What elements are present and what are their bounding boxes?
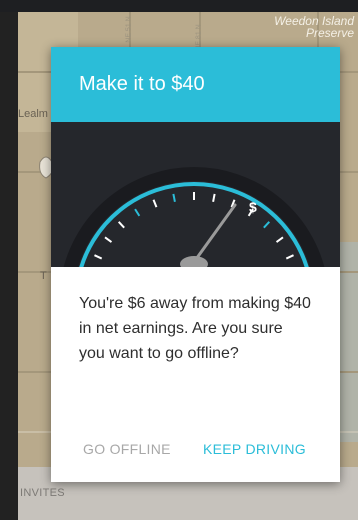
- gauge-tick: [94, 254, 103, 260]
- gauge-tick: [263, 221, 271, 229]
- gauge-tick: [285, 254, 294, 260]
- status-bar: [0, 0, 358, 12]
- gauge-tick: [212, 193, 216, 202]
- gauge-tick: [117, 221, 125, 229]
- map-street-label-a: NE 51 N: [125, 16, 133, 43]
- dialog-title: Make it to $40: [51, 47, 340, 122]
- go-offline-dialog: Make it to $40 $ You're $6 away from mak…: [51, 47, 340, 482]
- invites-tab[interactable]: INVITES: [20, 487, 65, 499]
- go-offline-button[interactable]: GO OFFLINE: [83, 441, 171, 457]
- dialog-message: You're $6 away from making $40 in net ea…: [79, 295, 311, 362]
- earnings-gauge: $: [51, 122, 340, 267]
- gauge-tick: [152, 199, 158, 208]
- gauge-needle: [192, 203, 237, 264]
- app-screen: Weedon Island Preserve Lealm NE 51 N NE …: [0, 0, 358, 520]
- map-park-label: Weedon Island Preserve: [274, 15, 354, 39]
- gauge-tick: [275, 236, 284, 243]
- gauge-needle-hub: [180, 256, 208, 267]
- gauge-tick: [172, 193, 176, 202]
- gauge-graphic: $: [63, 167, 325, 267]
- map-place-label: Lealm: [18, 108, 48, 120]
- gauge-tick: [134, 208, 141, 217]
- map-fragment-label: T: [40, 270, 47, 282]
- dialog-actions: GO OFFLINE KEEP DRIVING: [51, 441, 340, 465]
- gauge-dollar-symbol: $: [249, 199, 257, 215]
- gauge-tick: [104, 236, 113, 243]
- map-park-label-line2: Preserve: [305, 26, 354, 40]
- keep-driving-button[interactable]: KEEP DRIVING: [203, 441, 306, 457]
